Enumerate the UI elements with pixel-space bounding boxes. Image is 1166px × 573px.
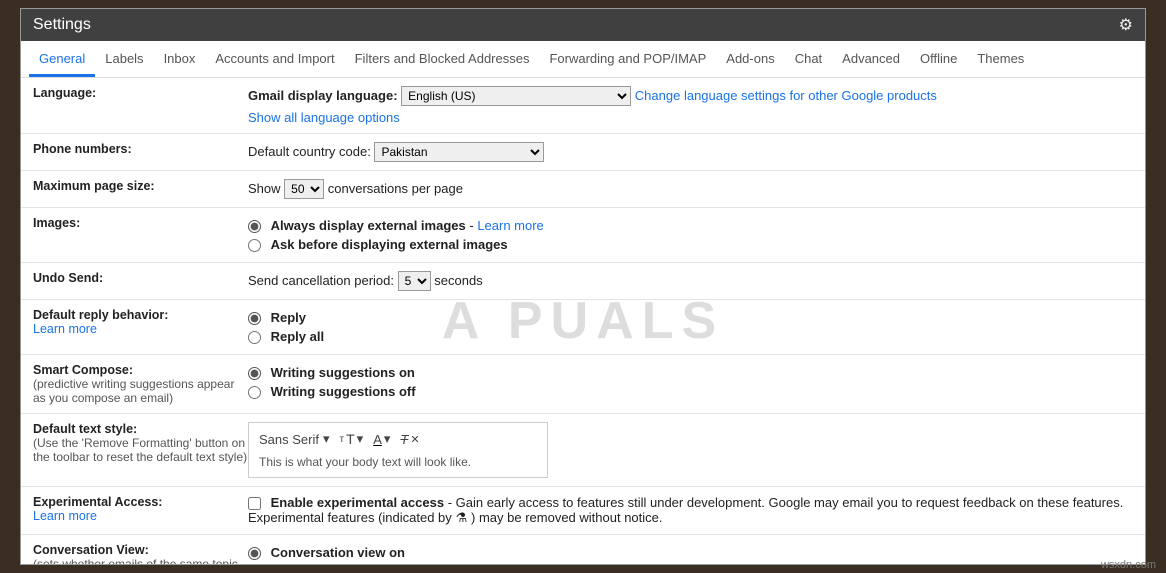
tab-add-ons[interactable]: Add-ons (716, 41, 784, 77)
radio-smart-on[interactable] (248, 367, 261, 380)
chevron-down-icon: ▾ (323, 431, 330, 447)
checkbox-experimental[interactable] (248, 497, 261, 510)
label-pagesize: Maximum page size: (33, 179, 155, 193)
text-size-icon[interactable]: тT ▾ (340, 431, 364, 447)
font-picker[interactable]: Sans Serif ▾ (259, 431, 330, 447)
reply-opt1: Reply (271, 310, 306, 325)
settings-content: A PUALS Language: Gmail display language… (21, 78, 1145, 564)
tab-offline[interactable]: Offline (910, 41, 967, 77)
reply-learn-more-link[interactable]: Learn more (33, 322, 97, 336)
row-images: Images: Always display external images -… (21, 208, 1145, 263)
textstyle-box: Sans Serif ▾ тT ▾ A ▾ T✕ This is what yo… (248, 422, 548, 478)
experimental-desc2: ) may be removed without notice. (471, 510, 662, 525)
undo-select[interactable]: 5 (398, 271, 431, 291)
row-pagesize: Maximum page size: Show 50 conversations… (21, 171, 1145, 208)
tab-inbox[interactable]: Inbox (154, 41, 206, 77)
row-smart-compose: Smart Compose: (predictive writing sugge… (21, 355, 1145, 414)
radio-reply[interactable] (248, 312, 261, 325)
default-country-code-label: Default country code: (248, 144, 371, 159)
gear-icon[interactable]: ⚙ (1119, 15, 1133, 35)
show-label: Show (248, 181, 281, 196)
label-experimental: Experimental Access: (33, 495, 248, 509)
images-learn-more-link[interactable]: Learn more (477, 218, 543, 233)
experimental-learn-more-link[interactable]: Learn more (33, 509, 97, 523)
textstyle-sub: (Use the 'Remove Formatting' button on t… (33, 436, 248, 464)
label-phone: Phone numbers: (33, 142, 132, 156)
show-all-languages-link[interactable]: Show all language options (248, 110, 400, 125)
label-undo: Undo Send: (33, 271, 103, 285)
undo-suffix: seconds (434, 273, 482, 288)
pagesize-suffix: conversations per page (328, 181, 463, 196)
images-opt1: Always display external images (271, 218, 466, 233)
tab-chat[interactable]: Chat (785, 41, 832, 77)
radio-reply-all[interactable] (248, 331, 261, 344)
settings-header: Settings ⚙ (21, 9, 1145, 41)
undo-prefix: Send cancellation period: (248, 273, 394, 288)
row-experimental: Experimental Access: Learn more Enable e… (21, 487, 1145, 535)
label-textstyle: Default text style: (33, 422, 248, 436)
label-language: Language: (33, 86, 96, 100)
tab-forwarding-and-pop-imap[interactable]: Forwarding and POP/IMAP (539, 41, 716, 77)
radio-images-always[interactable] (248, 220, 261, 233)
tab-themes[interactable]: Themes (967, 41, 1034, 77)
smart-opt2: Writing suggestions off (271, 384, 416, 399)
smart-opt1: Writing suggestions on (271, 365, 415, 380)
row-reply: Default reply behavior: Learn more Reply… (21, 300, 1145, 355)
label-images: Images: (33, 216, 80, 230)
radio-images-ask[interactable] (248, 239, 261, 252)
radio-conv-on[interactable] (248, 547, 261, 560)
row-language: Language: Gmail display language: Englis… (21, 78, 1145, 134)
tab-filters-and-blocked-addresses[interactable]: Filters and Blocked Addresses (345, 41, 540, 77)
row-textstyle: Default text style: (Use the 'Remove For… (21, 414, 1145, 487)
row-undo: Undo Send: Send cancellation period: 5 s… (21, 263, 1145, 300)
change-language-link[interactable]: Change language settings for other Googl… (635, 88, 937, 103)
label-reply: Default reply behavior: (33, 308, 248, 322)
tab-general[interactable]: General (29, 41, 95, 77)
tab-accounts-and-import[interactable]: Accounts and Import (205, 41, 344, 77)
text-color-icon[interactable]: A ▾ (373, 431, 390, 447)
row-conversation: Conversation View: (sets whether emails … (21, 535, 1145, 564)
images-opt2: Ask before displaying external images (271, 237, 508, 252)
radio-smart-off[interactable] (248, 386, 261, 399)
country-code-select[interactable]: Pakistan (374, 142, 544, 162)
settings-tabs: GeneralLabelsInboxAccounts and ImportFil… (21, 41, 1145, 78)
language-select[interactable]: English (US) (401, 86, 631, 106)
textstyle-preview: This is what your body text will look li… (259, 455, 537, 469)
page-title: Settings (33, 16, 91, 34)
flask-icon: ⚗ (455, 510, 467, 526)
tab-advanced[interactable]: Advanced (832, 41, 910, 77)
label-smart: Smart Compose: (33, 363, 248, 377)
footer-url: wsxdn.com (1101, 559, 1156, 571)
tab-labels[interactable]: Labels (95, 41, 153, 77)
pagesize-select[interactable]: 50 (284, 179, 324, 199)
smart-sub: (predictive writing suggestions appear a… (33, 377, 248, 405)
conv-opt1: Conversation view on (271, 545, 405, 560)
label-conversation: Conversation View: (33, 543, 248, 557)
gmail-display-language-label: Gmail display language: (248, 88, 398, 103)
conversation-sub: (sets whether emails of the same topic a… (33, 557, 248, 564)
row-phone: Phone numbers: Default country code: Pak… (21, 134, 1145, 171)
experimental-cb-label: Enable experimental access (271, 495, 444, 510)
remove-formatting-icon[interactable]: T✕ (400, 432, 419, 447)
reply-opt2: Reply all (271, 329, 324, 344)
